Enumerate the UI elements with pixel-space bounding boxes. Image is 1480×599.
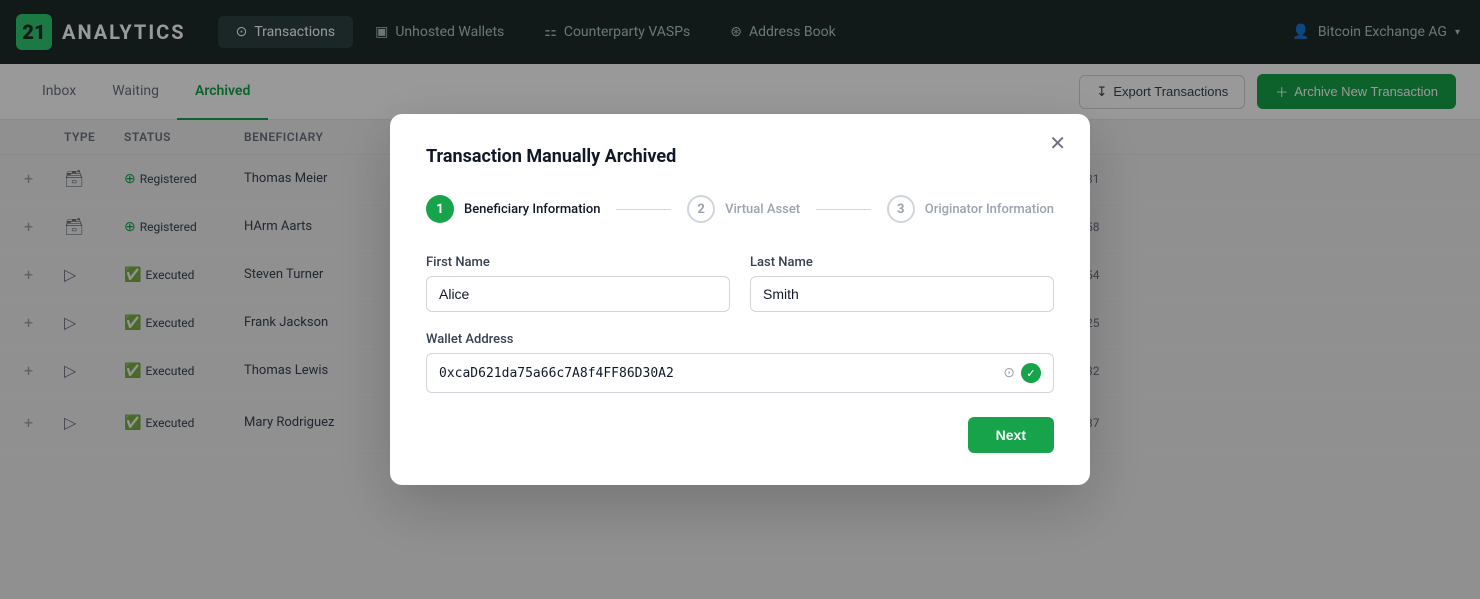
wallet-input-wrap: ⊙ ✓	[426, 353, 1054, 393]
next-button[interactable]: Next	[968, 417, 1054, 453]
step-2-circle: 2	[687, 195, 715, 223]
first-name-input[interactable]	[426, 276, 730, 312]
step-2-label: Virtual Asset	[725, 202, 800, 217]
name-row: First Name Last Name	[426, 255, 1054, 312]
last-name-field: Last Name	[750, 255, 1054, 312]
step-3: 3 Originator Information	[887, 195, 1054, 223]
last-name-input[interactable]	[750, 276, 1054, 312]
wallet-label: Wallet Address	[426, 332, 1054, 347]
last-name-label: Last Name	[750, 255, 1054, 270]
first-name-label: First Name	[426, 255, 730, 270]
step-1: 1 Beneficiary Information	[426, 195, 600, 223]
wallet-address-input[interactable]	[439, 366, 995, 381]
wallet-field: Wallet Address ⊙ ✓	[426, 332, 1054, 393]
modal-title: Transaction Manually Archived	[426, 146, 1054, 167]
step-3-label: Originator Information	[925, 202, 1054, 217]
step-1-label: Beneficiary Information	[464, 202, 600, 217]
first-name-field: First Name	[426, 255, 730, 312]
step-connector-2	[816, 209, 871, 210]
modal: Transaction Manually Archived ✕ 1 Benefi…	[390, 114, 1090, 485]
verify-icon: ✓	[1021, 363, 1041, 383]
modal-close-button[interactable]: ✕	[1049, 134, 1066, 154]
copy-icon[interactable]: ⊙	[1003, 365, 1015, 381]
step-1-circle: 1	[426, 195, 454, 223]
step-connector-1	[616, 209, 671, 210]
step-2: 2 Virtual Asset	[687, 195, 800, 223]
wallet-icons: ⊙ ✓	[1003, 363, 1041, 383]
modal-overlay: Transaction Manually Archived ✕ 1 Benefi…	[0, 0, 1480, 599]
modal-footer: Next	[426, 417, 1054, 453]
step-3-circle: 3	[887, 195, 915, 223]
stepper: 1 Beneficiary Information 2 Virtual Asse…	[426, 195, 1054, 223]
